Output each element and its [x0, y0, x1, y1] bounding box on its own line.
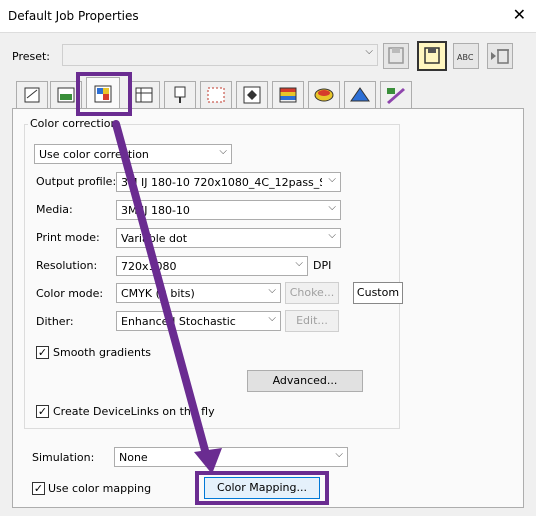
annotation-arrow-icon: [112, 120, 222, 474]
